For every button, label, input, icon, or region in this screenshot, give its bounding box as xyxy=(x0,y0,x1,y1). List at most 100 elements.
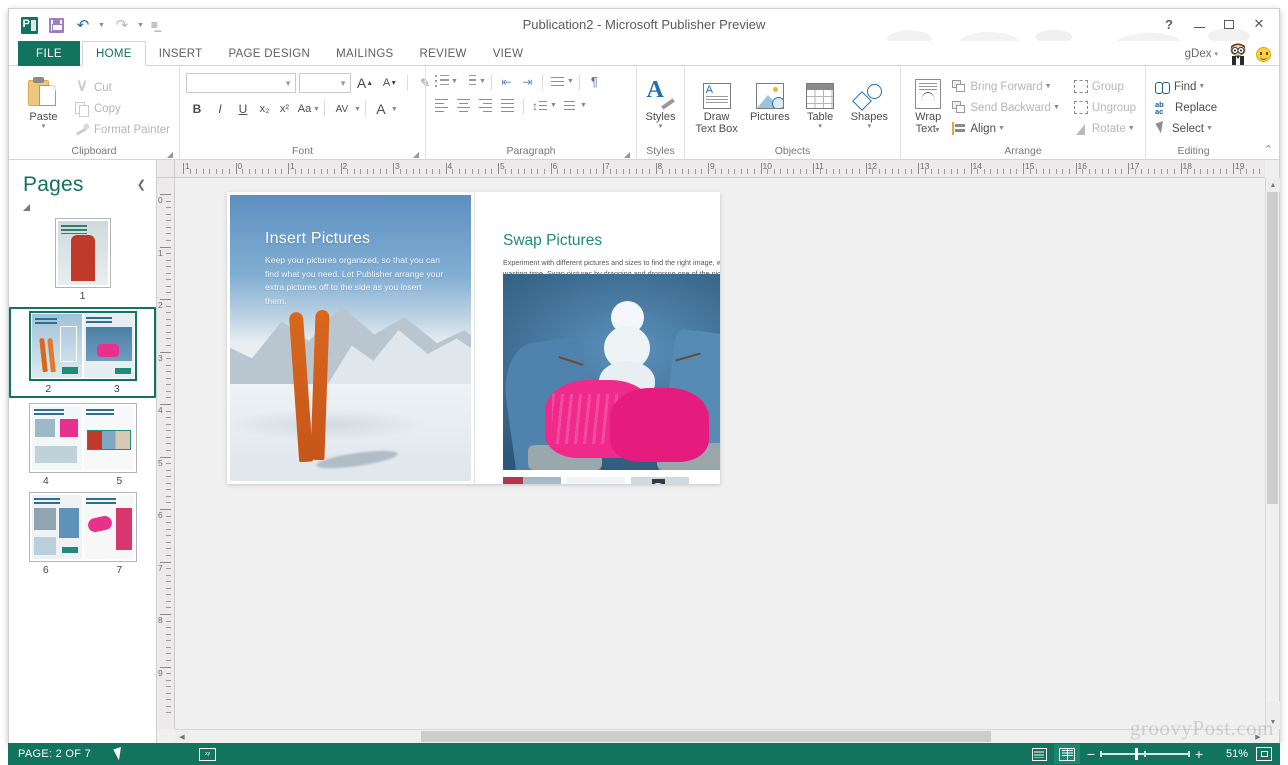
scroll-split-button[interactable] xyxy=(1266,701,1280,715)
shapes-caret-icon[interactable]: ▾ xyxy=(868,123,872,130)
photo-thumbnail-2[interactable] xyxy=(567,477,625,484)
align-left-icon[interactable] xyxy=(432,97,451,114)
bullets-caret-icon[interactable]: ▼ xyxy=(451,78,458,85)
object-position-icon[interactable]: xy xyxy=(199,748,216,761)
change-case-caret-icon[interactable]: ▼ xyxy=(313,106,320,113)
tab-view[interactable]: VIEW xyxy=(480,41,537,66)
zoom-slider-handle[interactable] xyxy=(1135,748,1138,760)
paragraph-dialog-launcher-icon[interactable]: ◢ xyxy=(624,150,630,159)
vertical-ruler[interactable]: 0123456789 xyxy=(157,178,175,729)
tab-file[interactable]: FILE xyxy=(18,41,80,66)
select-button[interactable]: Select▼ xyxy=(1152,121,1216,137)
document-page-2[interactable]: Insert Pictures Keep your pictures organ… xyxy=(227,192,474,484)
photo-thumbnail-3[interactable] xyxy=(631,477,689,484)
wrap-text-button[interactable]: Wrap Text▼ xyxy=(907,73,949,137)
table-button[interactable]: Table ▾ xyxy=(797,73,842,130)
scroll-down-button[interactable]: ▼ xyxy=(1266,715,1280,729)
increase-indent-icon[interactable]: ⇥ xyxy=(518,73,537,90)
smiley-icon[interactable] xyxy=(1256,47,1271,62)
single-page-view-icon[interactable] xyxy=(1026,744,1052,764)
text-direction-caret-icon[interactable]: ▼ xyxy=(567,78,574,85)
font-size-caret-icon[interactable]: ▼ xyxy=(339,79,347,88)
justify-icon[interactable] xyxy=(498,97,517,114)
scroll-up-button[interactable]: ▲ xyxy=(1266,178,1280,192)
find-caret-icon[interactable]: ▼ xyxy=(1198,83,1205,90)
zoom-in-button[interactable]: + xyxy=(1190,747,1208,761)
decrease-indent-icon[interactable]: ⇤ xyxy=(497,73,516,90)
page-thumbnails[interactable]: 1 2 3 xyxy=(9,216,156,743)
vertical-scrollbar[interactable]: ▲ ▼ xyxy=(1265,178,1279,729)
pictures-button[interactable]: Pictures xyxy=(744,73,795,123)
font-dialog-launcher-icon[interactable]: ◢ xyxy=(413,150,419,159)
select-caret-icon[interactable]: ▼ xyxy=(1206,125,1213,132)
text-direction-icon[interactable] xyxy=(548,73,567,90)
table-caret-icon[interactable]: ▾ xyxy=(818,123,822,130)
align-right-icon[interactable] xyxy=(476,97,495,114)
user-avatar-icon[interactable] xyxy=(1223,43,1251,65)
photo-thumbnail-1[interactable] xyxy=(503,477,561,484)
show-formatting-marks-icon[interactable]: ¶ xyxy=(585,73,604,90)
restore-button[interactable] xyxy=(1215,13,1243,35)
document-canvas[interactable]: Insert Pictures Keep your pictures organ… xyxy=(175,178,1265,729)
line-spacing-caret-icon[interactable]: ▼ xyxy=(550,102,557,109)
paragraph-shading-icon[interactable] xyxy=(560,97,579,114)
help-button[interactable]: ? xyxy=(1155,13,1183,35)
zoom-slider[interactable] xyxy=(1100,747,1190,761)
bold-button[interactable]: B xyxy=(186,99,208,119)
underline-button[interactable]: U xyxy=(232,99,254,119)
page-thumbnail-2-3[interactable]: 2 3 xyxy=(9,307,156,398)
font-name-input[interactable]: ▼ xyxy=(186,73,296,93)
close-button[interactable]: ✕ xyxy=(1245,13,1273,35)
italic-button[interactable]: I xyxy=(209,99,231,119)
font-size-input[interactable]: ▼ xyxy=(299,73,351,93)
tab-home[interactable]: HOME xyxy=(82,41,146,66)
page-spread[interactable]: Insert Pictures Keep your pictures organ… xyxy=(227,192,720,484)
collapse-pages-panel-icon[interactable]: ❮ xyxy=(137,178,146,191)
shapes-button[interactable]: Shapes ▾ xyxy=(845,73,894,130)
superscript-button[interactable]: x² xyxy=(275,99,294,119)
paste-caret-icon[interactable]: ▾ xyxy=(42,123,46,130)
page-thumbnail-1[interactable]: 1 xyxy=(9,218,156,302)
numbering-caret-icon[interactable]: ▼ xyxy=(479,78,486,85)
align-button[interactable]: Align▼ xyxy=(949,121,1008,137)
horizontal-scrollbar[interactable]: ◀ ▶ xyxy=(175,729,1265,743)
document-page-3[interactable]: Swap Pictures Experiment with different … xyxy=(474,192,720,484)
scroll-left-button[interactable]: ◀ xyxy=(175,730,189,744)
page-thumbnail-4-5[interactable]: 4 5 xyxy=(9,403,156,487)
paragraph-shading-caret-icon[interactable]: ▼ xyxy=(580,102,587,109)
collapse-ribbon-icon[interactable]: ⌃ xyxy=(1264,143,1273,156)
change-case-button[interactable]: Aa xyxy=(295,99,314,119)
font-name-caret-icon[interactable]: ▼ xyxy=(284,79,292,88)
clipboard-dialog-launcher-icon[interactable]: ◢ xyxy=(167,150,173,159)
paste-button[interactable]: Paste ▾ xyxy=(15,73,72,130)
tab-page-design[interactable]: PAGE DESIGN xyxy=(215,41,323,66)
find-button[interactable]: Find▼ xyxy=(1152,79,1208,95)
subscript-button[interactable]: x₂ xyxy=(255,99,274,119)
draw-text-box-button[interactable]: Draw Text Box xyxy=(691,73,742,135)
tab-mailings[interactable]: MAILINGS xyxy=(323,41,406,66)
vertical-scroll-thumb[interactable] xyxy=(1267,192,1278,504)
font-color-caret-icon[interactable]: ▼ xyxy=(391,106,398,113)
two-page-spread-view-icon[interactable] xyxy=(1054,744,1080,764)
zoom-out-button[interactable]: − xyxy=(1082,747,1100,761)
account-name[interactable]: gDex xyxy=(1185,48,1212,60)
shrink-font-button[interactable]: A▼ xyxy=(379,73,401,93)
grow-font-button[interactable]: A▲ xyxy=(354,73,376,93)
fit-to-window-icon[interactable] xyxy=(1256,747,1272,761)
styles-button[interactable]: Styles ▾ xyxy=(643,73,678,130)
replace-button[interactable]: abacReplace xyxy=(1152,100,1220,116)
tab-review[interactable]: REVIEW xyxy=(407,41,480,66)
snowman-photo[interactable] xyxy=(503,274,720,470)
tab-insert[interactable]: INSERT xyxy=(146,41,216,66)
scroll-right-button[interactable]: ▶ xyxy=(1251,730,1265,744)
character-spacing-button[interactable]: AV xyxy=(329,99,355,119)
zoom-level[interactable]: 51% xyxy=(1212,748,1248,760)
horizontal-ruler[interactable]: 1012345678910111213141516171819 xyxy=(157,160,1265,178)
styles-caret-icon[interactable]: ▾ xyxy=(659,123,663,130)
minimize-button[interactable] xyxy=(1185,13,1213,35)
line-spacing-icon[interactable]: ↕ xyxy=(530,97,549,114)
character-spacing-caret-icon[interactable]: ▼ xyxy=(354,106,361,113)
bullets-icon[interactable] xyxy=(432,73,451,90)
numbering-icon[interactable] xyxy=(460,73,479,90)
page-thumbnail-6-7[interactable]: 6 7 xyxy=(9,492,156,576)
